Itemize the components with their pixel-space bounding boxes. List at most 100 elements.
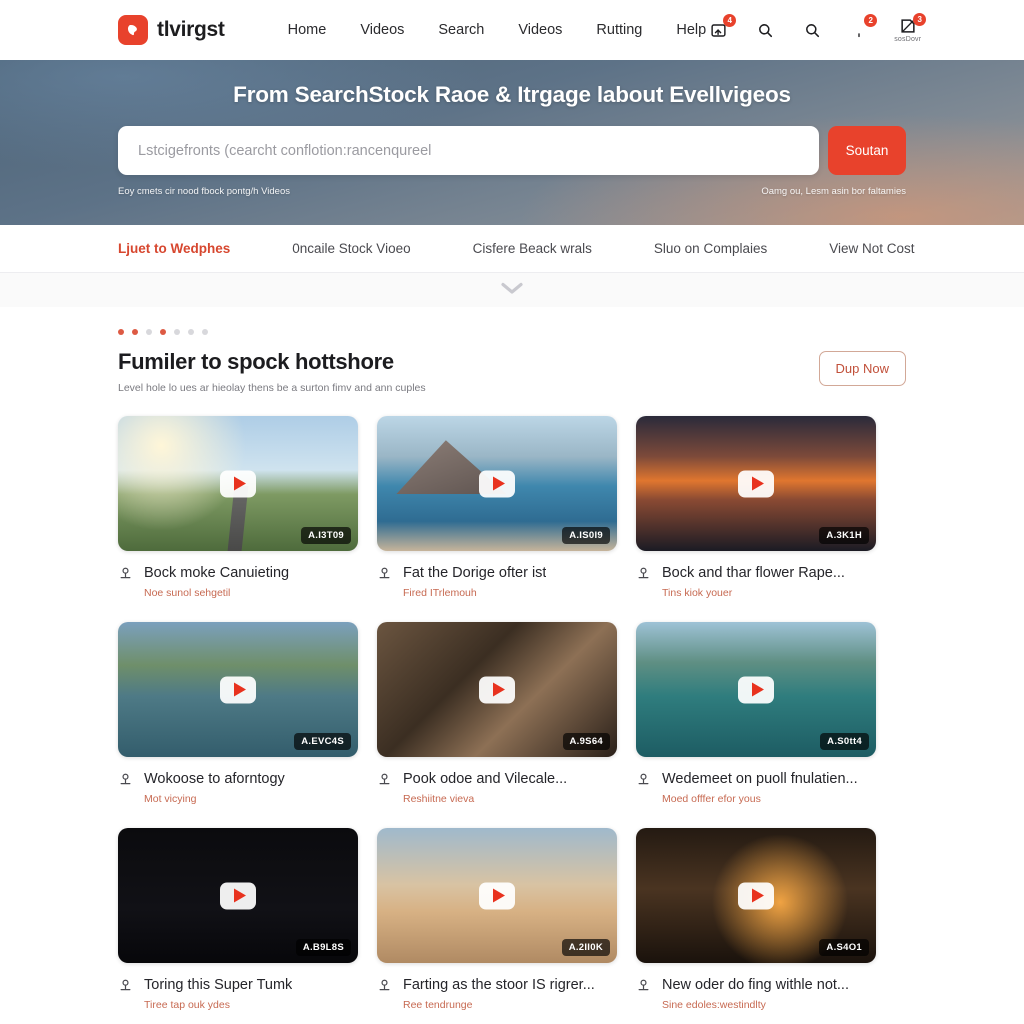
video-title[interactable]: New oder do fing withle not... [662, 976, 849, 994]
nav-item-home[interactable]: Home [288, 22, 327, 38]
account-label: sosDovr [894, 36, 922, 43]
video-thumbnail[interactable]: A.IS0I9 [377, 416, 617, 551]
notifications-badge: 2 [864, 14, 878, 27]
carousel-dot-3[interactable] [146, 329, 152, 335]
carousel-dot-6[interactable] [188, 329, 194, 335]
video-card[interactable]: A.B9L8S Toring this Super Tumk Tiree tap… [118, 828, 358, 1011]
search-input[interactable] [138, 142, 799, 159]
tab-oncaile-stock-vioeo[interactable]: 0ncaile Stock Vioeo [292, 241, 410, 256]
video-title[interactable]: Fat the Dorige ofter ist [403, 564, 546, 582]
video-thumbnail[interactable]: A.EVC4S [118, 622, 358, 758]
upload-badge: 4 [723, 14, 737, 27]
search-icon[interactable] [753, 15, 777, 45]
brand-logo[interactable]: tlvirgst [118, 15, 225, 45]
channel-avatar-icon [118, 770, 135, 805]
play-icon[interactable] [479, 882, 515, 910]
page-root: tlvirgst Home Videos Search Videos Rutti… [0, 0, 1024, 1024]
video-title[interactable]: Pook odoe and Vilecale... [403, 770, 567, 788]
video-title[interactable]: Bock moke Canuieting [144, 564, 289, 582]
video-subtitle: Tins kiok youer [662, 587, 733, 600]
play-icon[interactable] [220, 470, 256, 497]
video-subtitle: Fired ITrlemouh [403, 587, 477, 600]
search-submit-button[interactable]: Soutan [828, 126, 906, 175]
logo-play-icon [118, 15, 148, 45]
channel-avatar-icon [636, 564, 653, 599]
video-subtitle: Noe sunol sehgetil [144, 587, 231, 600]
carousel-dot-4[interactable] [160, 329, 166, 335]
main-nav: Home Videos Search Videos Rutting Help [288, 22, 707, 38]
video-title[interactable]: Wokoose to aforntogy [144, 770, 285, 788]
play-icon[interactable] [220, 882, 256, 910]
video-title[interactable]: Wedemeet on puoll fnulatien... [662, 770, 858, 788]
play-icon[interactable] [738, 882, 774, 910]
video-thumbnail[interactable]: A.2II0K [377, 828, 617, 964]
header-actions: 4 2 3 sosDovr [706, 13, 927, 45]
hero-note-right: Oamg ou, Lesm asin bor faltamies [761, 186, 906, 197]
nav-item-help[interactable]: Help [676, 22, 706, 38]
video-subtitle: Ree tendrunge [403, 999, 473, 1012]
section-header: Fumiler to spock hottshore Level hole lo… [118, 349, 906, 394]
section-title: Fumiler to spock hottshore [118, 349, 394, 374]
tab-ljuet-to-wedphes[interactable]: Ljuet to Wedphes [118, 241, 230, 256]
play-icon[interactable] [220, 676, 256, 704]
channel-avatar-icon [377, 770, 394, 805]
video-title[interactable]: Bock and thar flower Rape... [662, 564, 845, 582]
video-card[interactable]: A.IS0I9 Fat the Dorige ofter ist Fired I… [377, 416, 617, 599]
upload-button[interactable]: 4 [706, 14, 737, 45]
carousel-dot-7[interactable] [202, 329, 208, 335]
video-thumbnail[interactable]: A.I3T09 [118, 416, 358, 551]
play-icon[interactable] [479, 676, 515, 704]
video-duration: A.3K1H [819, 527, 869, 544]
video-card[interactable]: A.2II0K Farting as the stoor IS rigrer..… [377, 828, 617, 1011]
carousel-dots [118, 307, 906, 335]
channel-avatar-icon [636, 770, 653, 805]
search-icon-secondary[interactable] [800, 15, 824, 45]
nav-item-videos[interactable]: Videos [360, 22, 404, 38]
video-duration: A.S4O1 [819, 939, 869, 957]
video-thumbnail[interactable]: A.9S64 [377, 622, 617, 758]
video-subtitle: Sine edoles:westindlty [662, 999, 766, 1012]
hero-search-row: Soutan [118, 126, 906, 175]
carousel-dot-5[interactable] [174, 329, 180, 335]
play-icon[interactable] [738, 676, 774, 704]
video-thumbnail[interactable]: A.3K1H [636, 416, 876, 551]
hero-title: From SearchStock Raoe & Itrgage labout E… [233, 82, 791, 107]
carousel-dot-2[interactable] [132, 329, 138, 335]
play-icon[interactable] [738, 470, 774, 497]
video-duration: A.2II0K [561, 939, 610, 957]
video-thumbnail[interactable]: A.B9L8S [118, 828, 358, 964]
video-title[interactable]: Farting as the stoor IS rigrer... [403, 976, 595, 994]
play-icon[interactable] [479, 470, 515, 497]
video-subtitle: Reshiitne vieva [403, 793, 475, 806]
carousel-dot-1[interactable] [118, 329, 124, 335]
video-card[interactable]: A.EVC4S Wokoose to aforntogy Mot vicying [118, 622, 358, 805]
nav-item-videos-2[interactable]: Videos [518, 22, 562, 38]
chevron-down-icon[interactable] [499, 281, 525, 300]
account-button[interactable]: 3 sosDovr [894, 13, 927, 43]
channel-avatar-icon [118, 976, 135, 1011]
tab-sluo-on-complaies[interactable]: Sluo on Complaies [654, 241, 767, 256]
tab-view-not-cost[interactable]: View Not Cost [829, 241, 914, 256]
video-card[interactable]: A.3K1H Bock and thar flower Rape... Tins… [636, 416, 876, 599]
video-card[interactable]: A.I3T09 Bock moke Canuieting Noe sunol s… [118, 416, 358, 599]
tab-cisfere-beack-wrals[interactable]: Cisfere Beack wrals [473, 241, 592, 256]
account-badge: 3 [913, 13, 927, 26]
site-header: tlvirgst Home Videos Search Videos Rutti… [0, 0, 1024, 60]
search-input-wrap[interactable] [118, 126, 819, 175]
video-card[interactable]: A.9S64 Pook odoe and Vilecale... Reshiit… [377, 622, 617, 805]
video-thumbnail[interactable]: A.S4O1 [636, 828, 876, 964]
dup-now-button[interactable]: Dup Now [818, 351, 906, 386]
scroll-down-area [0, 273, 1024, 307]
video-duration: A.9S64 [562, 733, 610, 751]
video-card[interactable]: A.S4O1 New oder do fing withle not... Si… [636, 828, 876, 1011]
notifications-button[interactable]: 2 [847, 14, 878, 45]
nav-item-rutting[interactable]: Rutting [596, 22, 642, 38]
nav-item-search[interactable]: Search [438, 22, 484, 38]
video-card[interactable]: A.S0tt4 Wedemeet on puoll fnulatien... M… [636, 622, 876, 805]
hero-meta: Eoy cmets cir nood fbock pontg/h Videos … [118, 186, 906, 197]
video-title[interactable]: Toring this Super Tumk [144, 976, 292, 994]
video-thumbnail[interactable]: A.S0tt4 [636, 622, 876, 758]
video-subtitle: Tiree tap ouk ydes [144, 999, 230, 1012]
video-duration: A.EVC4S [294, 733, 351, 751]
main-content: Fumiler to spock hottshore Level hole lo… [0, 307, 1024, 1024]
